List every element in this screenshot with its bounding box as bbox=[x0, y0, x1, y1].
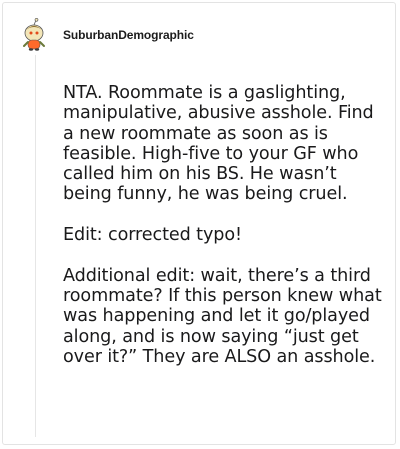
comment-card: SuburbanDemographic NTA. Roommate is a g… bbox=[2, 2, 396, 445]
thread-line[interactable] bbox=[35, 55, 36, 437]
username[interactable]: SuburbanDemographic bbox=[63, 28, 194, 42]
comment-body: NTA. Roommate is a gaslighting, manipula… bbox=[63, 83, 385, 367]
comment-paragraph: NTA. Roommate is a gaslighting, manipula… bbox=[63, 83, 374, 205]
avatar[interactable] bbox=[17, 18, 51, 52]
comment-paragraph: Additional edit: wait, there’s a third r… bbox=[63, 265, 382, 367]
snoo-avatar-icon bbox=[23, 18, 45, 51]
comment-paragraph: Edit: corrected typo! bbox=[63, 225, 242, 246]
comment-header: SuburbanDemographic bbox=[17, 18, 194, 52]
